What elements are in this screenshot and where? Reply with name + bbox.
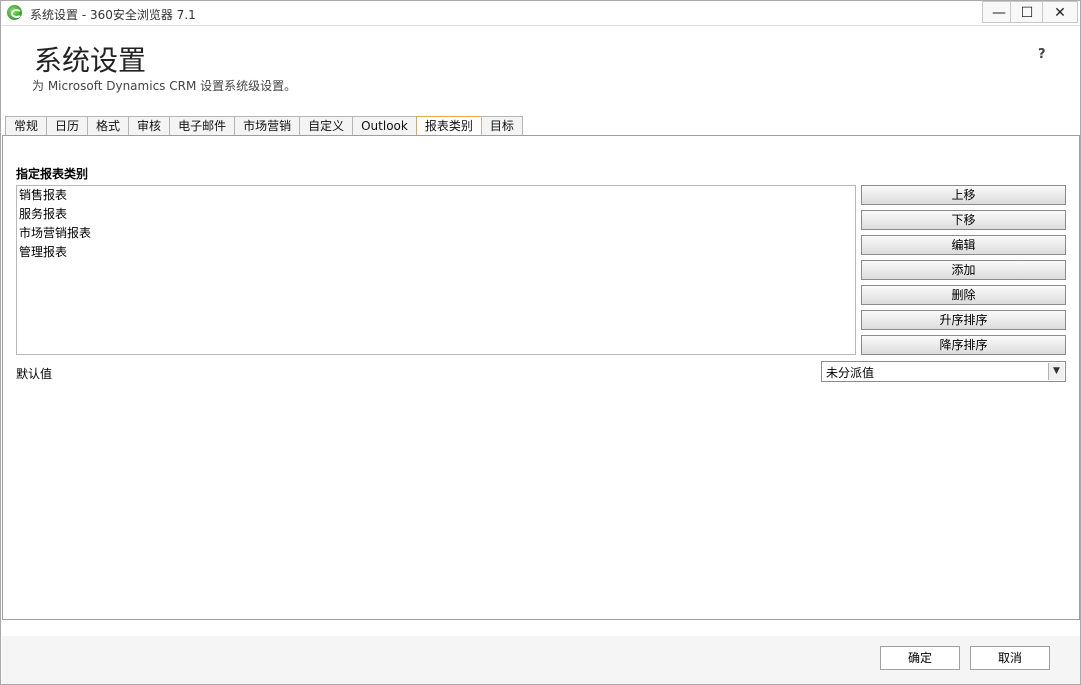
default-value-select[interactable]: 未分派值 ▼	[821, 361, 1066, 382]
list-action-buttons: 上移 下移 编辑 添加 删除 升序排序 降序排序	[861, 185, 1066, 360]
list-item[interactable]: 服务报表	[17, 205, 855, 224]
tab-customization[interactable]: 自定义	[299, 116, 354, 135]
cancel-button[interactable]: 取消	[970, 646, 1050, 670]
browser-logo-icon	[7, 5, 22, 20]
page-title: 系统设置	[34, 44, 147, 77]
tab-general[interactable]: 常规	[5, 116, 48, 135]
dialog-footer: 确定 取消	[2, 636, 1080, 684]
section-label: 指定报表类别	[16, 167, 89, 181]
tab-strip: 常规 日历 格式 审核 电子邮件 市场营销 自定义 Outlook 报表类别 目…	[5, 116, 523, 136]
move-up-button[interactable]: 上移	[861, 185, 1066, 205]
tab-auditing[interactable]: 审核	[128, 116, 171, 135]
window-title: 系统设置 - 360安全浏览器 7.1	[30, 8, 196, 22]
default-value-label: 默认值	[16, 367, 53, 381]
tab-formats[interactable]: 格式	[87, 116, 130, 135]
list-item[interactable]: 销售报表	[17, 186, 855, 205]
sort-descending-button[interactable]: 降序排序	[861, 335, 1066, 355]
tab-goals[interactable]: 目标	[480, 116, 523, 135]
tab-email[interactable]: 电子邮件	[169, 116, 236, 135]
tab-marketing[interactable]: 市场营销	[234, 116, 301, 135]
help-icon[interactable]: ?	[1038, 47, 1046, 62]
move-down-button[interactable]: 下移	[861, 210, 1066, 230]
ok-button[interactable]: 确定	[880, 646, 960, 670]
default-value-selected: 未分派值	[826, 366, 875, 380]
title-bar: 系统设置 - 360安全浏览器 7.1 — ☐ ✕	[1, 1, 1080, 26]
chevron-down-icon[interactable]: ▼	[1048, 363, 1064, 380]
sort-ascending-button[interactable]: 升序排序	[861, 310, 1066, 330]
tab-calendar[interactable]: 日历	[46, 116, 89, 135]
delete-button[interactable]: 删除	[861, 285, 1066, 305]
dialog-window: 系统设置 - 360安全浏览器 7.1 — ☐ ✕ 系统设置 为 Microso…	[0, 0, 1081, 685]
maximize-button[interactable]: ☐	[1010, 1, 1044, 23]
page-subtitle: 为 Microsoft Dynamics CRM 设置系统级设置。	[32, 79, 297, 93]
tab-panel: 指定报表类别 销售报表 服务报表 市场营销报表 管理报表 上移 下移 编辑 添加…	[2, 135, 1080, 620]
tab-outlook[interactable]: Outlook	[352, 116, 417, 135]
list-item[interactable]: 管理报表	[17, 243, 855, 262]
close-button[interactable]: ✕	[1042, 1, 1078, 23]
report-category-list[interactable]: 销售报表 服务报表 市场营销报表 管理报表	[16, 185, 856, 355]
list-item[interactable]: 市场营销报表	[17, 224, 855, 243]
edit-button[interactable]: 编辑	[861, 235, 1066, 255]
add-button[interactable]: 添加	[861, 260, 1066, 280]
tab-report-categories[interactable]: 报表类别	[415, 116, 482, 136]
